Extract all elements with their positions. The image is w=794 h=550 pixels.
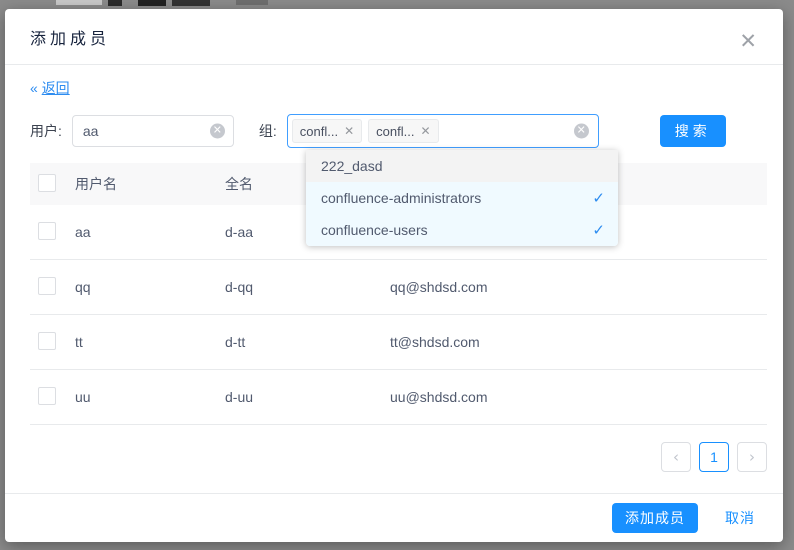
dialog-body: « 返回 用户: ✕ 组: confl... ✕ confl... ✕ ✕ 搜索 xyxy=(5,65,783,472)
add-member-dialog: 添加成员 ✕ « 返回 用户: ✕ 组: confl... ✕ confl...… xyxy=(5,9,783,542)
group-dropdown: 222_dasd confluence-administrators ✓ con… xyxy=(306,150,618,246)
close-icon[interactable]: ✕ xyxy=(739,31,757,52)
table-row: uu d-uu uu@shdsd.com xyxy=(30,370,767,425)
check-icon: ✓ xyxy=(592,221,605,239)
filter-row: 用户: ✕ 组: confl... ✕ confl... ✕ ✕ 搜索 xyxy=(30,114,767,148)
row-checkbox[interactable] xyxy=(38,277,56,295)
cell-username: aa xyxy=(75,224,225,240)
prev-page-button[interactable]: ‹ xyxy=(661,442,691,472)
dropdown-option-label: confluence-administrators xyxy=(321,190,481,206)
cancel-button[interactable]: 取消 xyxy=(725,508,755,528)
row-checkbox[interactable] xyxy=(38,222,56,240)
search-button[interactable]: 搜索 xyxy=(660,115,726,147)
select-all-checkbox[interactable] xyxy=(38,174,56,192)
add-members-button[interactable]: 添加成员 xyxy=(612,503,698,533)
cell-email: uu@shdsd.com xyxy=(390,389,767,405)
cell-fullname: d-qq xyxy=(225,279,390,295)
cell-email: qq@shdsd.com xyxy=(390,279,767,295)
back-link[interactable]: « 返回 xyxy=(30,78,70,98)
column-header-username: 用户名 xyxy=(75,174,225,194)
back-link-label: 返回 xyxy=(42,80,70,96)
group-tag: confl... ✕ xyxy=(368,119,438,143)
background-page-fragment xyxy=(172,0,210,6)
page-number-button[interactable]: 1 xyxy=(699,442,729,472)
cell-email: tt@shdsd.com xyxy=(390,334,767,350)
group-tag-label: confl... xyxy=(376,124,414,139)
background-page-fragment xyxy=(56,0,102,5)
group-tag-label: confl... xyxy=(300,124,338,139)
chevron-right-icon: › xyxy=(749,450,755,465)
cell-fullname: d-tt xyxy=(225,334,390,350)
row-checkbox[interactable] xyxy=(38,332,56,350)
back-chevrons: « xyxy=(30,80,42,96)
chevron-left-icon: ‹ xyxy=(673,450,679,465)
user-field-label: 用户: xyxy=(30,121,62,141)
dropdown-option-label: confluence-users xyxy=(321,222,428,238)
dropdown-option[interactable]: 222_dasd xyxy=(306,150,618,182)
check-icon: ✓ xyxy=(592,189,605,207)
dialog-title: 添加成员 xyxy=(30,25,110,49)
clear-user-input-icon[interactable]: ✕ xyxy=(210,124,225,139)
cell-username: qq xyxy=(75,279,225,295)
background-page-fragment xyxy=(138,0,166,6)
dialog-header: 添加成员 xyxy=(5,9,783,65)
dropdown-option[interactable]: confluence-administrators ✓ xyxy=(306,182,618,214)
table-row: qq d-qq qq@shdsd.com xyxy=(30,260,767,315)
user-input-wrap: ✕ xyxy=(72,115,234,147)
group-field-label: 组: xyxy=(259,121,277,141)
group-tag: confl... ✕ xyxy=(292,119,362,143)
background-page-fragment xyxy=(108,0,122,6)
clear-group-select-icon[interactable]: ✕ xyxy=(574,124,589,139)
next-page-button[interactable]: › xyxy=(737,442,767,472)
cell-username: uu xyxy=(75,389,225,405)
row-checkbox[interactable] xyxy=(38,387,56,405)
remove-tag-icon[interactable]: ✕ xyxy=(344,125,354,137)
background-page-fragment xyxy=(236,0,268,5)
dialog-footer: 添加成员 取消 xyxy=(5,493,783,542)
table-row: tt d-tt tt@shdsd.com xyxy=(30,315,767,370)
dropdown-option[interactable]: confluence-users ✓ xyxy=(306,214,618,246)
cell-fullname: d-uu xyxy=(225,389,390,405)
remove-tag-icon[interactable]: ✕ xyxy=(420,125,430,137)
dropdown-option-label: 222_dasd xyxy=(321,158,383,174)
group-multiselect[interactable]: confl... ✕ confl... ✕ ✕ xyxy=(287,114,599,148)
pagination: ‹ 1 › xyxy=(30,442,767,472)
cell-username: tt xyxy=(75,334,225,350)
